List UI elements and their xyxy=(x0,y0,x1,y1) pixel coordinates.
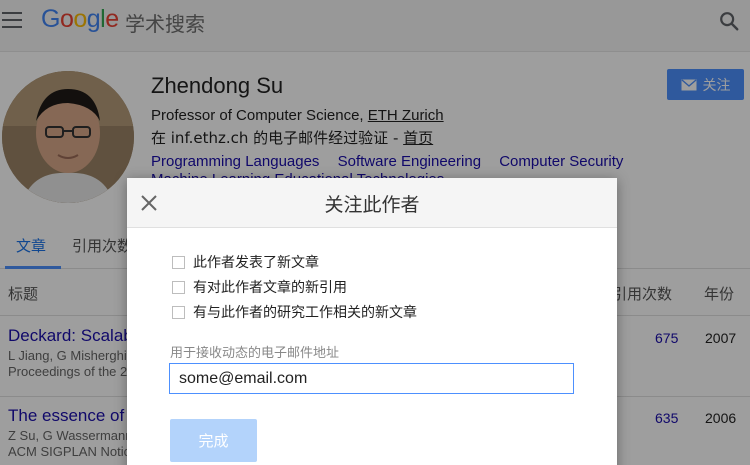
done-button[interactable]: 完成 xyxy=(170,419,257,462)
checkbox[interactable] xyxy=(172,280,185,294)
email-field[interactable] xyxy=(169,363,574,394)
checkbox[interactable] xyxy=(172,255,185,269)
checkbox[interactable] xyxy=(172,305,185,319)
follow-author-dialog: 关注此作者 此作者发表了新文章 有对此作者文章的新引用 有与此作者的研究工作相关… xyxy=(127,178,617,465)
option-related-articles[interactable]: 有与此作者的研究工作相关的新文章 xyxy=(172,303,417,321)
option-label: 有与此作者的研究工作相关的新文章 xyxy=(193,305,417,321)
dialog-title: 关注此作者 xyxy=(324,194,420,216)
option-label: 此作者发表了新文章 xyxy=(193,255,319,271)
email-field-label: 用于接收动态的电子邮件地址 xyxy=(170,346,340,361)
dialog-header: 关注此作者 xyxy=(127,178,617,228)
option-new-citations[interactable]: 有对此作者文章的新引用 xyxy=(172,278,347,296)
option-new-articles[interactable]: 此作者发表了新文章 xyxy=(172,253,319,271)
option-label: 有对此作者文章的新引用 xyxy=(193,280,347,296)
